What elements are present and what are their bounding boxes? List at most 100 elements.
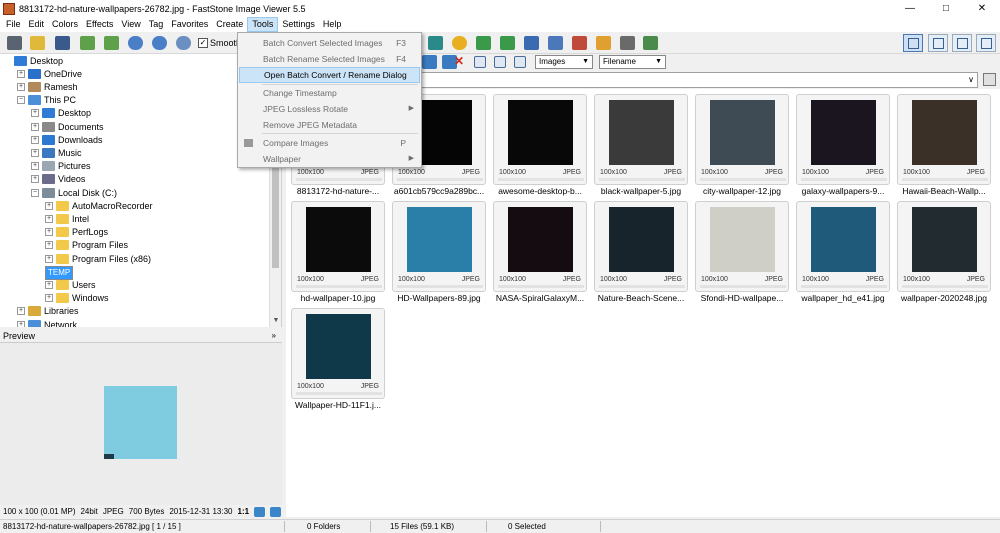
thumbnail-filename[interactable]: Hawaii-Beach-Wallp... xyxy=(893,186,995,196)
expand-icon[interactable]: + xyxy=(45,241,53,250)
crop-icon[interactable] xyxy=(572,36,587,50)
sort-order-select[interactable]: Filename ▼ xyxy=(599,55,666,69)
expand-icon[interactable]: + xyxy=(17,307,25,316)
thumbnail-filename[interactable]: wallpaper_hd_e41.jpg xyxy=(792,293,894,303)
zoom-in-icon[interactable] xyxy=(128,36,143,50)
thumbnail-filename[interactable]: galaxy-wallpapers-9... xyxy=(792,186,894,196)
minimize-button[interactable]: — xyxy=(892,0,928,17)
scroll-down-icon[interactable]: ▼ xyxy=(270,315,281,327)
expand-icon[interactable]: + xyxy=(45,228,53,237)
expand-icon[interactable]: + xyxy=(31,109,39,118)
details-view-button[interactable] xyxy=(928,34,948,52)
thumbnail-item[interactable]: 100x100 JPEG wallpaper_hd_e41.jpg xyxy=(796,201,890,308)
expand-icon[interactable]: + xyxy=(45,254,53,263)
fit-window-icon[interactable] xyxy=(270,507,282,517)
thumbnail-item[interactable]: 100x100 JPEG HD-Wallpapers-89.jpg xyxy=(392,201,486,308)
expand-icon[interactable]: + xyxy=(17,82,25,91)
expand-icon[interactable]: + xyxy=(45,201,53,210)
menu-edit[interactable]: Edit xyxy=(25,17,49,32)
tree-node[interactable]: + Ramesh xyxy=(17,80,78,93)
tree-node[interactable]: + Program Files xyxy=(45,239,128,252)
tree-node[interactable]: + Libraries xyxy=(17,305,79,318)
thumbnail-filename[interactable]: Sfondi-HD-wallpape... xyxy=(691,293,793,303)
thumbnail-image[interactable] xyxy=(508,100,573,165)
thumbnail-filename[interactable]: Wallpaper-HD-11F1.j... xyxy=(287,400,389,410)
thumbnail-item[interactable]: 100x100 JPEG Nature-Beach-Scene... xyxy=(594,201,688,308)
menu-item-batch-rename-selected-images[interactable]: Batch Rename Selected Images F4 xyxy=(239,51,420,67)
copy-to-icon[interactable] xyxy=(422,55,437,69)
thumbnail-frame[interactable]: 100x100 JPEG xyxy=(695,94,789,185)
tree-node[interactable]: + Network xyxy=(17,318,77,327)
favorites-icon[interactable] xyxy=(983,73,996,86)
close-button[interactable]: ✕ xyxy=(964,0,1000,17)
thumbnail-frame[interactable]: 100x100 JPEG xyxy=(897,201,991,292)
thumbnail-image[interactable] xyxy=(609,207,674,272)
histogram-icon[interactable] xyxy=(524,36,539,50)
thumbnail-item[interactable]: 100x100 JPEG NASA-SpiralGalaxyM... xyxy=(493,201,587,308)
menu-colors[interactable]: Colors xyxy=(48,17,82,32)
thumbnail-item[interactable]: 100x100 JPEG wallpaper-2020248.jpg xyxy=(897,201,991,308)
rotate-left-icon[interactable] xyxy=(476,36,491,50)
menu-settings[interactable]: Settings xyxy=(278,17,319,32)
chevron-down-icon[interactable]: ∨ xyxy=(965,73,977,87)
thumbnail-filename[interactable]: city-wallpaper-12.jpg xyxy=(691,186,793,196)
resize-icon[interactable] xyxy=(548,36,563,50)
thumbnail-frame[interactable]: 100x100 JPEG xyxy=(594,94,688,185)
delete-icon[interactable]: ✕ xyxy=(454,54,464,68)
next-folder-icon[interactable] xyxy=(104,36,119,50)
menu-item-wallpaper[interactable]: Wallpaper ▶ xyxy=(239,151,420,167)
previous-folder-icon[interactable] xyxy=(80,36,95,50)
zoom-ratio[interactable]: 1:1 xyxy=(238,505,250,519)
open-folder-icon[interactable] xyxy=(30,36,45,50)
tree-node[interactable]: + Program Files (x86) xyxy=(45,252,151,265)
thumbnail-image[interactable] xyxy=(912,207,977,272)
menu-item-jpeg-lossless-rotate[interactable]: JPEG Lossless Rotate ▶ xyxy=(239,101,420,117)
acquire-icon[interactable] xyxy=(7,36,22,50)
tree-node[interactable]: + Documents xyxy=(31,120,104,133)
menu-item-compare-images[interactable]: Compare Images P xyxy=(239,135,420,151)
actual-size-icon[interactable] xyxy=(176,36,191,50)
thumbnail-filename[interactable]: HD-Wallpapers-89.jpg xyxy=(388,293,490,303)
tree-node[interactable]: + Pictures xyxy=(31,160,91,173)
menu-file[interactable]: File xyxy=(2,17,25,32)
thumbnail-item[interactable]: 100x100 JPEG hd-wallpaper-10.jpg xyxy=(291,201,385,308)
thumbnail-item[interactable]: 100x100 JPEG Sfondi-HD-wallpape... xyxy=(695,201,789,308)
tree-node[interactable]: + Videos xyxy=(31,173,85,186)
rotate-right-icon[interactable] xyxy=(500,36,515,50)
expand-icon[interactable]: + xyxy=(31,122,39,131)
tree-node[interactable]: + Intel xyxy=(45,212,89,225)
thumbnail-frame[interactable]: 100x100 JPEG xyxy=(796,201,890,292)
thumbnail-item[interactable]: 100x100 JPEG Wallpaper-HD-11F1.j... xyxy=(291,308,385,415)
tree-node[interactable]: + Users xyxy=(45,278,96,291)
tree-node[interactable]: + Music xyxy=(31,146,82,159)
fullscreen-view-button[interactable] xyxy=(976,34,996,52)
tree-node[interactable]: + Windows xyxy=(45,292,109,305)
thumbnail-filename[interactable]: NASA-SpiralGalaxyM... xyxy=(489,293,591,303)
thumbnail-image[interactable] xyxy=(407,207,472,272)
menu-tag[interactable]: Tag xyxy=(145,17,168,32)
thumbnail-frame[interactable]: 100x100 JPEG xyxy=(493,94,587,185)
menu-tools[interactable]: Tools xyxy=(247,17,279,32)
thumbnail-frame[interactable]: 100x100 JPEG xyxy=(493,201,587,292)
thumbnail-frame[interactable]: 100x100 JPEG xyxy=(695,201,789,292)
thumbnail-filename[interactable]: Nature-Beach-Scene... xyxy=(590,293,692,303)
thumbnail-filename[interactable]: 8813172-hd-nature-... xyxy=(287,186,389,196)
fit-icon[interactable] xyxy=(428,36,443,50)
expand-icon[interactable]: + xyxy=(45,214,53,223)
menu-help[interactable]: Help xyxy=(319,17,346,32)
thumbnail-view-button[interactable] xyxy=(903,34,923,52)
tree-node[interactable]: − This PC xyxy=(17,94,76,107)
thumbnail-image[interactable] xyxy=(811,207,876,272)
expand-icon[interactable]: + xyxy=(31,162,39,171)
email-icon[interactable] xyxy=(643,36,658,50)
menu-effects[interactable]: Effects xyxy=(82,17,117,32)
thumbnail-image[interactable] xyxy=(710,100,775,165)
expand-icon[interactable]: + xyxy=(31,135,39,144)
zoom-out-icon[interactable] xyxy=(152,36,167,50)
thumbnail-image[interactable] xyxy=(609,100,674,165)
thumbnail-filename[interactable]: wallpaper-2020248.jpg xyxy=(893,293,995,303)
preview-view-button[interactable] xyxy=(952,34,972,52)
collapse-icon[interactable]: − xyxy=(17,96,25,105)
thumbnail-item[interactable]: 100x100 JPEG black-wallpaper-5.jpg xyxy=(594,94,688,201)
select-all-icon[interactable] xyxy=(474,56,486,68)
